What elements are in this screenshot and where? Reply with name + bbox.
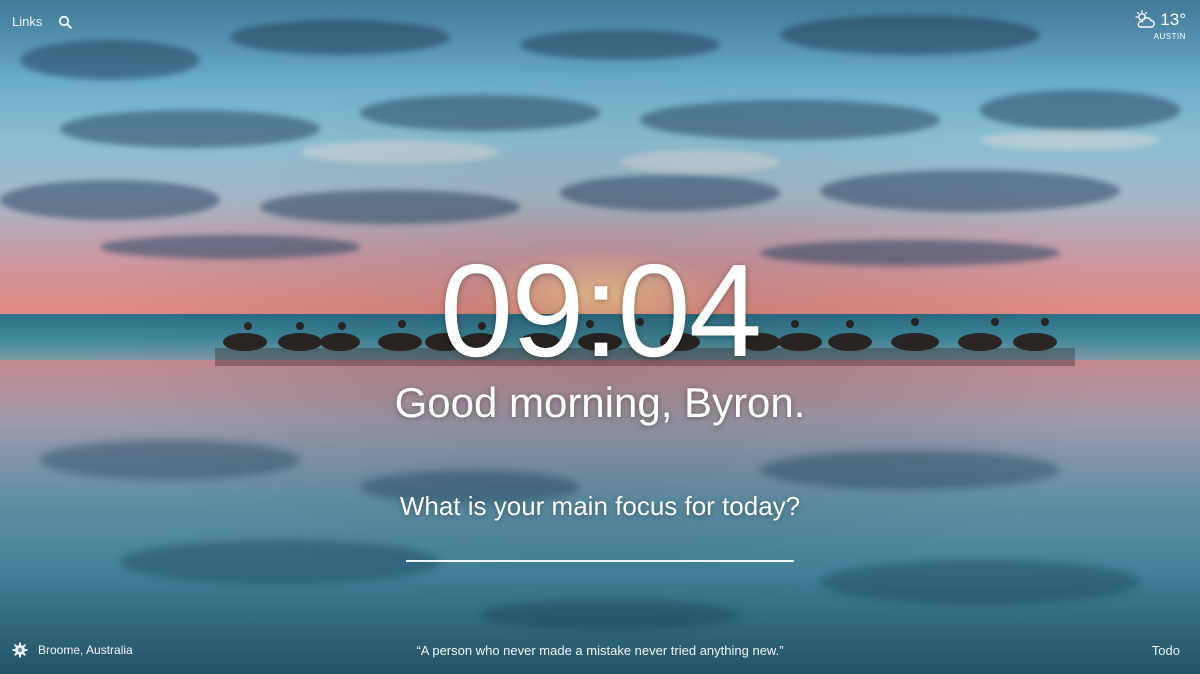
top-left-bar: Links [12,14,73,29]
todo-button[interactable]: Todo [1152,643,1180,658]
dashboard: Links 13° AUSTIN 09:04 Good morning, Byr… [0,0,1200,674]
partly-cloudy-icon [1134,10,1156,30]
quote: “A person who never made a mistake never… [416,643,784,658]
temperature: 13° [1160,10,1186,29]
greeting: Good morning, Byron. [394,379,806,426]
weather-location: AUSTIN [1153,32,1186,41]
focus-prompt: What is your main focus for today? [399,491,801,521]
clock: 09:04 [439,237,762,384]
links-button[interactable]: Links [12,14,42,29]
weather-widget[interactable]: 13° AUSTIN [1134,10,1186,41]
search-icon[interactable] [58,15,73,29]
focus-input[interactable] [406,528,794,562]
